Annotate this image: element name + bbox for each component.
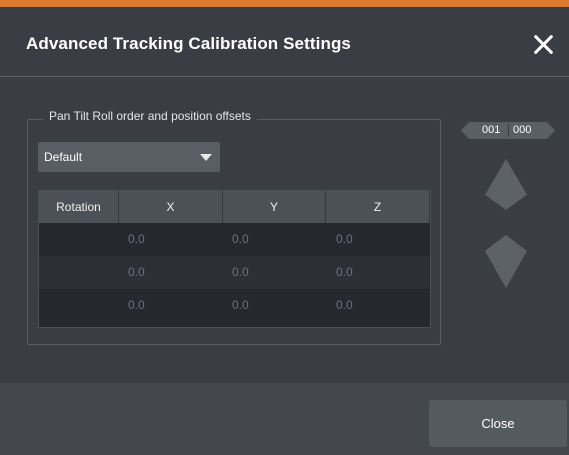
- close-icon[interactable]: [529, 31, 559, 61]
- order-dropdown[interactable]: Default: [38, 142, 220, 172]
- offsets-group-legend: Pan Tilt Roll order and position offsets: [43, 109, 257, 123]
- x-cell[interactable]: 0.0: [128, 256, 145, 289]
- y-cell[interactable]: 0.0: [232, 289, 249, 322]
- chevron-down-icon: [200, 154, 212, 161]
- calibration-dialog: Advanced Tracking Calibration Settings P…: [0, 0, 569, 455]
- z-cell[interactable]: 0.0: [336, 223, 353, 256]
- page-indicator: 001 000: [461, 122, 555, 139]
- dialog-title: Advanced Tracking Calibration Settings: [26, 34, 351, 53]
- offsets-table: Rotation X Y Z 0.0 0.0 0.0 0.0 0.0 0.0 0…: [38, 190, 431, 328]
- close-button[interactable]: Close: [429, 400, 567, 447]
- table-row[interactable]: 0.0 0.0 0.0: [39, 223, 430, 256]
- column-header-rotation[interactable]: Rotation: [39, 191, 119, 223]
- z-cell[interactable]: 0.0: [336, 256, 353, 289]
- accent-bar: [0, 0, 569, 7]
- title-bar: Advanced Tracking Calibration Settings: [0, 7, 569, 77]
- arrow-down-icon[interactable]: [485, 235, 527, 288]
- page-total: 000: [513, 124, 532, 136]
- table-row[interactable]: 0.0 0.0 0.0: [39, 289, 430, 322]
- table-row[interactable]: 0.0 0.0 0.0: [39, 256, 430, 289]
- arrow-up-icon[interactable]: [485, 159, 527, 210]
- page-divider: [508, 124, 509, 137]
- x-cell[interactable]: 0.0: [128, 289, 145, 322]
- table-header: Rotation X Y Z: [39, 191, 430, 223]
- x-cell[interactable]: 0.0: [128, 223, 145, 256]
- y-cell[interactable]: 0.0: [232, 256, 249, 289]
- z-cell[interactable]: 0.0: [336, 289, 353, 322]
- order-dropdown-value: Default: [44, 150, 83, 164]
- column-header-z[interactable]: Z: [326, 191, 430, 223]
- column-header-y[interactable]: Y: [223, 191, 326, 223]
- page-current: 001: [482, 124, 501, 136]
- y-cell[interactable]: 0.0: [232, 223, 249, 256]
- column-header-x[interactable]: X: [119, 191, 223, 223]
